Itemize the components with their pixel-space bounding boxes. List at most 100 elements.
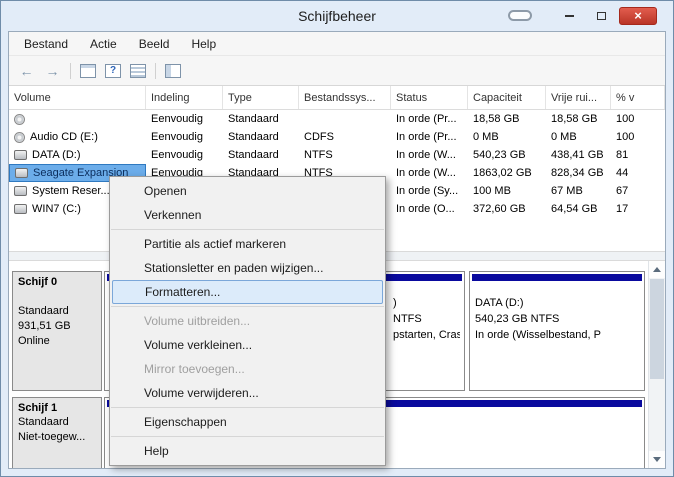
- menu-help[interactable]: Help: [180, 34, 227, 54]
- context-menu: Openen Verkennen Partitie als actief mar…: [109, 176, 386, 466]
- cell-capaciteit: 18,58 GB: [473, 113, 520, 125]
- cd-icon: [14, 131, 25, 143]
- cd-icon: [14, 113, 25, 125]
- cell-status: In orde (Pr...: [396, 113, 457, 125]
- volume-cell: [9, 110, 146, 128]
- table-row[interactable]: Audio CD (E:) Eenvoudig Standaard CDFS I…: [9, 128, 665, 146]
- cell-type: Standaard: [228, 131, 279, 143]
- scroll-down-button[interactable]: [649, 451, 665, 468]
- cell-status: In orde (O...: [396, 203, 455, 215]
- cell-indeling: Eenvoudig: [151, 113, 203, 125]
- menu-separator: [111, 407, 384, 408]
- partition-label: ): [393, 297, 397, 309]
- titlebar[interactable]: Schijfbeheer ×: [1, 1, 673, 31]
- forward-icon[interactable]: →: [44, 63, 61, 79]
- arrow-down-icon: [653, 457, 661, 462]
- cell-status: In orde (Pr...: [396, 131, 457, 143]
- maximize-icon: [596, 12, 606, 20]
- cell-bestandssysteem: NTFS: [304, 149, 333, 161]
- cell-vrije-ruimte: 67 MB: [551, 185, 583, 197]
- column-header-vrije-ruimte[interactable]: Vrije rui...: [546, 86, 611, 109]
- back-icon[interactable]: ←: [18, 63, 35, 79]
- table-row[interactable]: DATA (D:) Eenvoudig Standaard NTFS In or…: [9, 146, 665, 164]
- cell-capaciteit: 540,23 GB: [473, 149, 526, 161]
- partition-status: pstarten, Cras: [393, 329, 460, 341]
- cell-capaciteit: 0 MB: [473, 131, 499, 143]
- menu-item-eigenschappen[interactable]: Eigenschappen: [110, 410, 385, 434]
- cell-indeling: Eenvoudig: [151, 149, 203, 161]
- column-header-type[interactable]: Type: [223, 86, 299, 109]
- disk-name: Schijf 0: [18, 276, 58, 288]
- disk-info-block[interactable]: Schijf 1 Standaard Niet-toegew...: [12, 397, 102, 468]
- table-row[interactable]: Eenvoudig Standaard In orde (Pr... 18,58…: [9, 110, 665, 128]
- volume-name: System Reser...: [32, 185, 110, 197]
- scrollbar-thumb[interactable]: [650, 279, 664, 379]
- disk-size: Niet-toegew...: [18, 431, 86, 443]
- disk-management-window: Schijfbeheer × Bestand Actie Beeld Help …: [0, 0, 674, 477]
- maximize-button[interactable]: [589, 7, 613, 25]
- menu-item-partitie-actief[interactable]: Partitie als actief markeren: [110, 232, 385, 256]
- menu-bestand[interactable]: Bestand: [13, 34, 79, 54]
- cell-percent-vrij: 44: [616, 167, 629, 179]
- close-button[interactable]: ×: [619, 7, 657, 25]
- menu-item-volume-verkleinen[interactable]: Volume verkleinen...: [110, 333, 385, 357]
- partition-label: DATA (D:): [475, 297, 524, 309]
- minimize-button[interactable]: [557, 7, 581, 25]
- drive-icon: [15, 168, 28, 178]
- cell-status: In orde (Sy...: [396, 185, 459, 197]
- menu-separator: [111, 229, 384, 230]
- cell-percent-vrij: 17: [616, 203, 629, 215]
- vertical-scrollbar[interactable]: [648, 261, 665, 468]
- cell-percent-vrij: 81: [616, 149, 629, 161]
- menu-item-volume-uitbreiden: Volume uitbreiden...: [144, 314, 251, 328]
- cell-capaciteit: 372,60 GB: [473, 203, 526, 215]
- disk-name: Schijf 1: [18, 402, 58, 414]
- menu-item-mirror-toevoegen: Mirror toevoegen...: [144, 362, 245, 376]
- column-headers: Volume Indeling Type Bestandssys... Stat…: [9, 86, 665, 110]
- cell-vrije-ruimte: 438,41 GB: [551, 149, 604, 161]
- disk-info-block[interactable]: Schijf 0 Standaard 931,51 GB Online: [12, 271, 102, 391]
- partition-size: NTFS: [393, 313, 422, 325]
- cell-bestandssysteem: CDFS: [304, 131, 334, 143]
- list-view-icon[interactable]: [80, 63, 96, 78]
- menu-item-verkennen[interactable]: Verkennen: [110, 203, 385, 227]
- menu-actie[interactable]: Actie: [79, 34, 128, 54]
- details-view-icon[interactable]: [130, 63, 146, 78]
- column-header-indeling[interactable]: Indeling: [146, 86, 223, 109]
- minimize-icon: [564, 15, 574, 17]
- scroll-up-button[interactable]: [649, 261, 665, 278]
- menu-separator: [111, 436, 384, 437]
- cell-type: Standaard: [228, 113, 279, 125]
- column-header-percent-vrij[interactable]: % v: [611, 86, 665, 109]
- menu-item-help[interactable]: Help: [110, 439, 385, 463]
- column-header-bestandssysteem[interactable]: Bestandssys...: [299, 86, 391, 109]
- menu-item-volume-verwijderen[interactable]: Volume verwijderen...: [110, 381, 385, 405]
- console-icon[interactable]: [165, 63, 181, 78]
- menu-item-openen[interactable]: Openen: [110, 179, 385, 203]
- titlebar-pill-button[interactable]: [508, 10, 532, 21]
- cell-bestandssysteem: [299, 110, 391, 128]
- cell-vrije-ruimte: 828,34 GB: [551, 167, 604, 179]
- cell-status: In orde (W...: [396, 149, 456, 161]
- menu-bar: Bestand Actie Beeld Help: [9, 32, 665, 56]
- column-header-capaciteit[interactable]: Capaciteit: [468, 86, 546, 109]
- column-header-volume[interactable]: Volume: [9, 86, 146, 109]
- toolbar: ← → ?: [9, 56, 665, 86]
- partition-size: 540,23 GB NTFS: [475, 313, 560, 325]
- partition[interactable]: DATA (D:) 540,23 GB NTFS In orde (Wissel…: [469, 271, 645, 391]
- disk-layout: Standaard: [18, 416, 69, 428]
- disk-status: Online: [18, 335, 50, 347]
- menu-item-stationsletter[interactable]: Stationsletter en paden wijzigen...: [110, 256, 385, 280]
- help-icon[interactable]: ?: [105, 63, 121, 78]
- toolbar-separator: [70, 62, 71, 79]
- volume-name: Audio CD (E:): [30, 131, 98, 143]
- toolbar-separator: [155, 62, 156, 79]
- menu-item-formatteren[interactable]: Formatteren...: [112, 280, 383, 304]
- column-header-status[interactable]: Status: [391, 86, 468, 109]
- menu-separator: [111, 306, 384, 307]
- disk-size: 931,51 GB: [18, 320, 71, 332]
- cell-vrije-ruimte: 18,58 GB: [551, 113, 598, 125]
- close-icon: ×: [634, 8, 642, 23]
- volume-cell: DATA (D:): [9, 146, 146, 164]
- menu-beeld[interactable]: Beeld: [128, 34, 181, 54]
